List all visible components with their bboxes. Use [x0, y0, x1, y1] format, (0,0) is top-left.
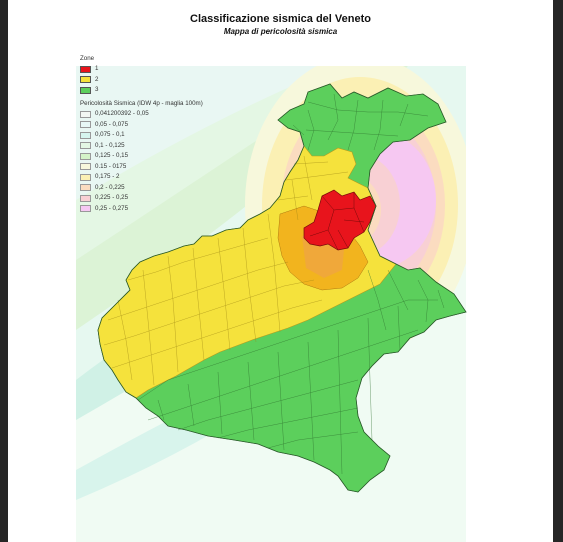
zone-1-label: 1 [95, 65, 99, 73]
hazard-class-6-label: 0.15 - 0175 [95, 162, 127, 170]
hazard-class-10: 0,25 - 0,275 [80, 203, 250, 214]
hazard-class-5-swatch [80, 152, 91, 160]
hazard-class-3-swatch [80, 131, 91, 139]
hazard-class-4-label: 0,1 - 0,125 [95, 141, 125, 149]
legend-zone-heading: Zone [80, 55, 95, 62]
hazard-class-2-swatch [80, 121, 91, 129]
hazard-class-9-label: 0,225 - 0,25 [95, 194, 129, 202]
hazard-class-1-label: 0,041200392 - 0,05 [95, 110, 149, 118]
zone-3-label: 3 [95, 86, 99, 94]
hazard-class-9: 0,225 - 0,25 [80, 193, 250, 204]
zone-3-swatch [80, 86, 91, 94]
legend-zone-1: 1 [80, 64, 250, 75]
hazard-class-3: 0,075 - 0,1 [80, 130, 250, 141]
hazard-class-4: 0,1 - 0,125 [80, 140, 250, 151]
map-title: Classificazione sismica del Veneto [190, 13, 371, 25]
hazard-class-3-label: 0,075 - 0,1 [95, 131, 125, 139]
hazard-class-5-label: 0,125 - 0,15 [95, 152, 129, 160]
hazard-class-7-swatch [80, 173, 91, 181]
hazard-class-8-label: 0,2 - 0,225 [95, 183, 125, 191]
hazard-class-4-swatch [80, 142, 91, 150]
map-page: Classificazione sismica del Veneto Mappa… [8, 0, 553, 542]
hazard-class-2: 0,05 - 0,075 [80, 119, 250, 130]
hazard-class-5: 0,125 - 0,15 [80, 151, 250, 162]
hazard-class-10-label: 0,25 - 0,275 [95, 204, 129, 212]
legend-zone-3: 3 [80, 85, 250, 96]
legend-hazard-heading: Pericolosità Sismica (IDW 4p - maglia 10… [80, 99, 203, 107]
hazard-class-10-swatch [80, 205, 91, 213]
zone-1-swatch [80, 65, 91, 73]
hazard-class-8-swatch [80, 184, 91, 192]
legend-zone-2: 2 [80, 75, 250, 86]
hazard-class-8: 0,2 - 0,225 [80, 182, 250, 193]
hazard-class-9-swatch [80, 194, 91, 202]
map-subtitle: Mappa di pericolosità sismica [223, 27, 338, 36]
zone-2-label: 2 [95, 75, 99, 83]
hazard-class-1: 0,041200392 - 0,05 [80, 109, 250, 120]
hazard-class-2-label: 0,05 - 0,075 [95, 120, 129, 128]
hazard-class-7-label: 0,175 - 2 [95, 173, 120, 181]
hazard-class-1-swatch [80, 110, 91, 118]
hazard-class-6-swatch [80, 163, 91, 171]
legend: Zone 1 2 3 Pericolosità Sismica (IDW 4p … [80, 55, 250, 214]
hazard-class-6: 0.15 - 0175 [80, 161, 250, 172]
hazard-class-7: 0,175 - 2 [80, 172, 250, 183]
zone-2-swatch [80, 76, 91, 84]
